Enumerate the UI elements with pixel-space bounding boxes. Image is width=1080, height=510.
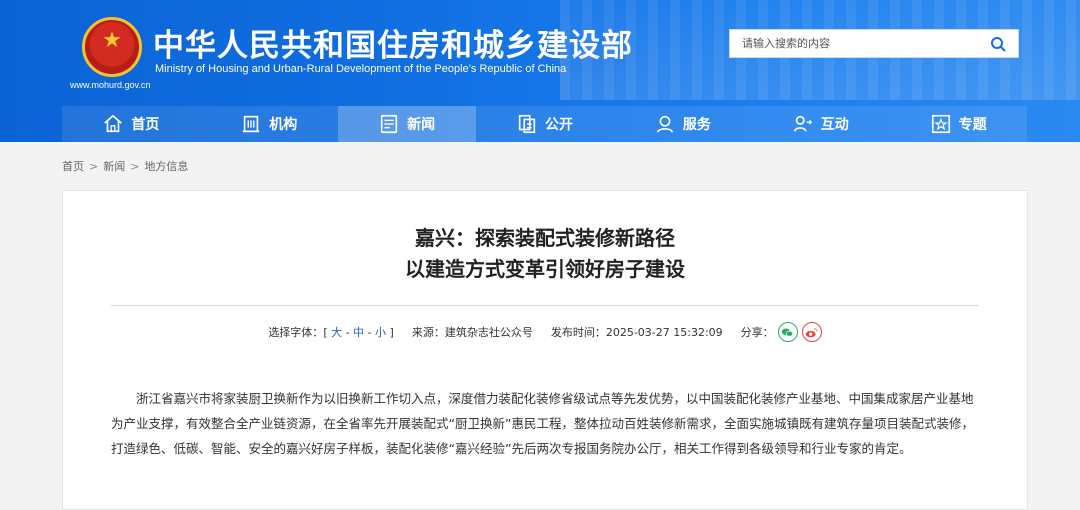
nav-item-home[interactable]: 首页 (62, 106, 200, 142)
article-title-line-1: 嘉兴：探索装配式装修新路径 (415, 226, 675, 250)
site-title[interactable]: 中华人民共和国住房和城乡建设部 (153, 20, 633, 65)
font-size-large[interactable]: 大 (331, 326, 342, 339)
article-source: 来源：建筑杂志社公众号 (411, 326, 533, 339)
nav-item-interaction[interactable]: 互动 (751, 106, 889, 142)
font-size-small[interactable]: 小 (375, 326, 386, 339)
building-icon (243, 115, 260, 133)
service-icon (656, 115, 674, 133)
document-icon (518, 114, 536, 134)
nav-item-label: 专题 (958, 117, 987, 133)
site-header: www.mohurd.gov.cn 中华人民共和国住房和城乡建设部 Minist… (0, 0, 1080, 142)
font-size-label: 选择字体： (268, 326, 324, 339)
publish-time: 发布时间：2025-03-27 15:32:09 (550, 326, 723, 339)
breadcrumb-news[interactable]: 新闻 (103, 160, 125, 173)
wechat-share-button[interactable] (777, 322, 798, 342)
nav-item-label: 新闻 (407, 117, 436, 133)
title-divider (111, 305, 979, 306)
site-url: www.mohurd.gov.cn (70, 80, 151, 90)
site-subtitle: Ministry of Housing and Urban-Rural Deve… (155, 63, 567, 75)
article-title-line-2: 以建造方式变革引领好房子建设 (405, 257, 685, 281)
article-container: 嘉兴：探索装配式装修新路径 以建造方式变革引领好房子建设 选择字体：[ 大 - … (62, 190, 1028, 510)
nav-item-news[interactable]: 新闻 (337, 106, 476, 142)
nav-item-service[interactable]: 服务 (613, 106, 751, 142)
breadcrumb-local-info[interactable]: 地方信息 (144, 160, 188, 173)
share-buttons: 分享： (741, 322, 822, 342)
home-icon (104, 114, 123, 133)
breadcrumb: 首页 > 新闻 > 地方信息 (62, 160, 189, 173)
nav-item-label: 机构 (269, 117, 298, 133)
nav-item-public[interactable]: 公开 (476, 106, 614, 142)
article-paragraph: 浙江省嘉兴市将家装厨卫换新作为以旧换新工作切入点，深度借力装配化装修省级试点等先… (111, 391, 974, 456)
wechat-icon (781, 327, 794, 337)
font-size-medium[interactable]: 中 (353, 326, 364, 339)
nav-item-special[interactable]: 专题 (889, 106, 1027, 142)
search-button[interactable] (978, 30, 1018, 57)
share-label: 分享： (740, 326, 774, 339)
nav-item-label: 首页 (131, 117, 160, 133)
interaction-icon (793, 115, 812, 132)
weibo-share-button[interactable] (801, 322, 822, 342)
weibo-icon (805, 327, 818, 337)
search-box (729, 29, 1019, 58)
main-nav: 首页 机构 新闻 公开 服务 互动 专题 (62, 106, 1027, 142)
star-icon (931, 114, 950, 134)
article-meta: 选择字体：[ 大 - 中 - 小 ] 来源：建筑杂志社公众号 发布时间：2025… (63, 322, 1027, 342)
font-size-selector: 选择字体：[ 大 - 中 - 小 ] (268, 326, 394, 339)
nav-item-label: 服务 (682, 117, 711, 133)
nav-item-organization[interactable]: 机构 (200, 106, 338, 142)
search-icon (991, 36, 1006, 51)
article-title: 嘉兴：探索装配式装修新路径 以建造方式变革引领好房子建设 (63, 223, 1027, 285)
nav-item-label: 公开 (545, 117, 573, 133)
search-input[interactable] (730, 30, 978, 57)
national-emblem-icon[interactable] (82, 17, 142, 77)
news-icon (380, 114, 398, 134)
nav-item-label: 互动 (820, 117, 849, 133)
breadcrumb-home[interactable]: 首页 (62, 160, 84, 173)
